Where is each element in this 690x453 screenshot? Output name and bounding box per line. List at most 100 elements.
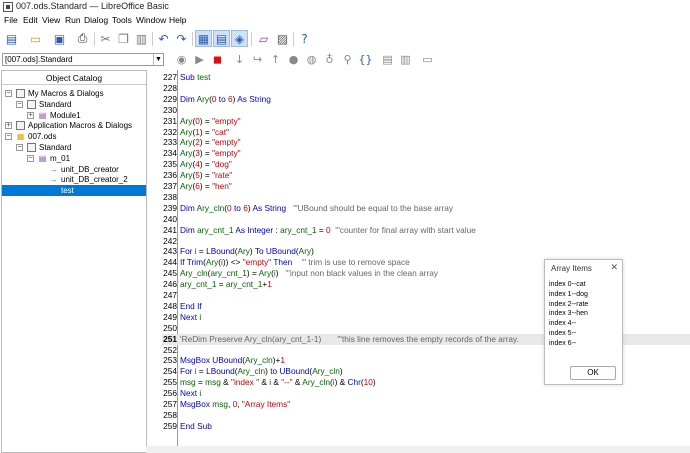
- code-line[interactable]: 230: [162, 105, 690, 116]
- document-icon: ▦: [16, 132, 25, 142]
- menu-file[interactable]: File: [4, 15, 18, 25]
- toolbar-divider: [192, 32, 193, 46]
- dialog-message-line: index 5--: [549, 329, 577, 337]
- line-number: 250: [163, 322, 177, 333]
- line-number: 245: [163, 268, 177, 279]
- catalog-item-label: m_01: [50, 153, 71, 163]
- code-text: ary_cnt_1 = ary_cnt_1+1: [180, 279, 272, 290]
- collapse-icon[interactable]: −: [27, 154, 34, 162]
- code-line[interactable]: 228: [162, 83, 690, 94]
- code-line[interactable]: 242: [162, 236, 690, 247]
- horizontal-scrollbar[interactable]: [146, 446, 690, 453]
- compile-icon[interactable]: ◉: [174, 52, 189, 67]
- catalog-item[interactable]: − ▦ 007.ods: [2, 131, 146, 142]
- run-icon[interactable]: ▶: [192, 52, 207, 67]
- export-basic-icon[interactable]: ▥: [398, 52, 413, 67]
- code-line[interactable]: 232 Ary(1) = "cat": [162, 127, 690, 138]
- breakpoint-icon[interactable]: ●: [286, 52, 301, 67]
- line-number: 254: [163, 366, 177, 377]
- line-number: 257: [163, 399, 177, 409]
- line-number: 246: [163, 279, 177, 290]
- code-line[interactable]: 236 Ary(5) = "rate": [162, 170, 690, 181]
- modules-icon[interactable]: ◈: [231, 30, 248, 47]
- watch-icon[interactable]: ♁: [322, 52, 337, 67]
- find-parentheses-icon[interactable]: ⚲: [340, 52, 355, 67]
- catalog-item[interactable]: → unit_DB_creator: [2, 164, 146, 175]
- manage-breakpoints-icon[interactable]: ◍: [304, 52, 319, 67]
- code-line[interactable]: 237 Ary(6) = "hen": [162, 181, 690, 192]
- expand-icon[interactable]: +: [27, 111, 34, 119]
- code-line[interactable]: 235 Ary(4) = "dog": [162, 159, 690, 170]
- standard-toolbar: ▤ ▭ ▣ ⎙ ✂ ❐ ▥ ↶ ↷ ▦ ▤ ◈ ▱ ▨ ?: [0, 28, 690, 50]
- library-selector-value: [007.ods].Standard: [5, 55, 73, 64]
- expand-icon[interactable]: +: [5, 122, 12, 130]
- chevron-down-icon[interactable]: ▼: [153, 54, 163, 65]
- line-number: 253: [163, 355, 177, 366]
- code-line[interactable]: 241 Dim ary_cnt_1 As Integer : ary_cnt_1 …: [162, 225, 690, 236]
- collapse-icon[interactable]: −: [5, 133, 12, 141]
- catalog-item[interactable]: − ▤ m_01: [2, 153, 146, 164]
- collapse-icon[interactable]: −: [5, 90, 12, 97]
- help-icon[interactable]: ?: [296, 30, 313, 47]
- code-line[interactable]: 259 End Sub: [162, 421, 690, 432]
- menu-tools[interactable]: Tools: [112, 15, 132, 25]
- code-line[interactable]: 256 Next i: [162, 388, 690, 399]
- import-basic-icon[interactable]: ▤: [380, 52, 395, 67]
- catalog-item-label: test: [61, 186, 74, 196]
- code-line[interactable]: 258: [162, 410, 690, 421]
- object-catalog-icon[interactable]: ▦: [195, 30, 212, 47]
- catalog-item[interactable]: − My Macros & Dialogs: [2, 88, 146, 99]
- code-text: 'ReDim Preserve Ary_cln(ary_cnt_1-1) '"t…: [180, 333, 519, 344]
- open-folder-icon[interactable]: ▭: [27, 30, 44, 47]
- step-into-icon[interactable]: ↓: [232, 52, 247, 67]
- code-line[interactable]: 229 Dim Ary(0 to 6) As String: [162, 94, 690, 105]
- dialog-message-line: index 2--rate: [549, 300, 589, 308]
- cut-icon[interactable]: ✂: [97, 30, 114, 47]
- menu-window[interactable]: Window: [136, 15, 166, 25]
- menu-dialog[interactable]: Dialog: [84, 15, 108, 25]
- step-out-icon[interactable]: ↑: [268, 52, 283, 67]
- step-over-icon[interactable]: ↪: [250, 52, 265, 67]
- menu-run[interactable]: Run: [65, 15, 81, 25]
- catalog-item[interactable]: + ▤ Module1: [2, 110, 146, 121]
- line-number: 229: [163, 93, 177, 104]
- catalog-item[interactable]: − Standard: [2, 99, 146, 110]
- collapse-icon[interactable]: −: [16, 144, 23, 151]
- collapse-icon[interactable]: −: [16, 100, 23, 108]
- paste-icon[interactable]: ▥: [133, 30, 150, 47]
- catalog-item[interactable]: − Standard: [2, 142, 146, 153]
- print-icon[interactable]: ⎙: [74, 30, 91, 47]
- catalog-item[interactable]: + Application Macros & Dialogs: [2, 120, 146, 131]
- code-line[interactable]: 231 Ary(0) = "empty": [162, 116, 690, 127]
- close-icon[interactable]: ✕: [610, 262, 618, 273]
- dialog-icon[interactable]: ▭: [420, 52, 435, 67]
- menu-help[interactable]: Help: [169, 15, 186, 25]
- catalog-item[interactable]: → test: [2, 185, 146, 197]
- dialog-editor-icon[interactable]: ▨: [274, 30, 291, 47]
- save-icon[interactable]: ▣: [51, 30, 68, 47]
- code-line[interactable]: 238: [162, 192, 690, 203]
- library-selector[interactable]: [007.ods].Standard ▼: [2, 53, 164, 66]
- stop-icon[interactable]: ◼: [210, 52, 225, 67]
- undo-icon[interactable]: ↶: [155, 30, 172, 47]
- line-number: 256: [163, 388, 177, 399]
- menu-edit[interactable]: Edit: [23, 15, 38, 25]
- menu-view[interactable]: View: [42, 15, 60, 25]
- line-number: 242: [163, 235, 177, 246]
- ok-button[interactable]: OK: [570, 366, 616, 380]
- code-line[interactable]: 227 Sub test: [162, 72, 690, 83]
- code-line[interactable]: 234 Ary(3) = "empty": [162, 148, 690, 159]
- insert-source-icon[interactable]: {}: [358, 52, 373, 67]
- dialog-message-line: index 1--dog: [549, 290, 588, 298]
- code-line[interactable]: 240: [162, 214, 690, 225]
- code-line[interactable]: 243 For i = LBound(Ary) To UBound(Ary): [162, 246, 690, 257]
- extension-icon[interactable]: ▱: [255, 30, 272, 47]
- redo-icon[interactable]: ↷: [173, 30, 190, 47]
- catalog-item[interactable]: → unit_DB_creator_2: [2, 174, 146, 185]
- macros-icon[interactable]: ▤: [213, 30, 230, 47]
- code-line[interactable]: 257 MsgBox msg, 0, "Array Items": [162, 399, 690, 410]
- code-line[interactable]: 233 Ary(2) = "empty": [162, 137, 690, 148]
- new-document-icon[interactable]: ▤: [3, 30, 20, 47]
- copy-icon[interactable]: ❐: [115, 30, 132, 47]
- code-line[interactable]: 239 Dim Ary_cln(0 to 6) As String '"UBoun…: [162, 203, 690, 214]
